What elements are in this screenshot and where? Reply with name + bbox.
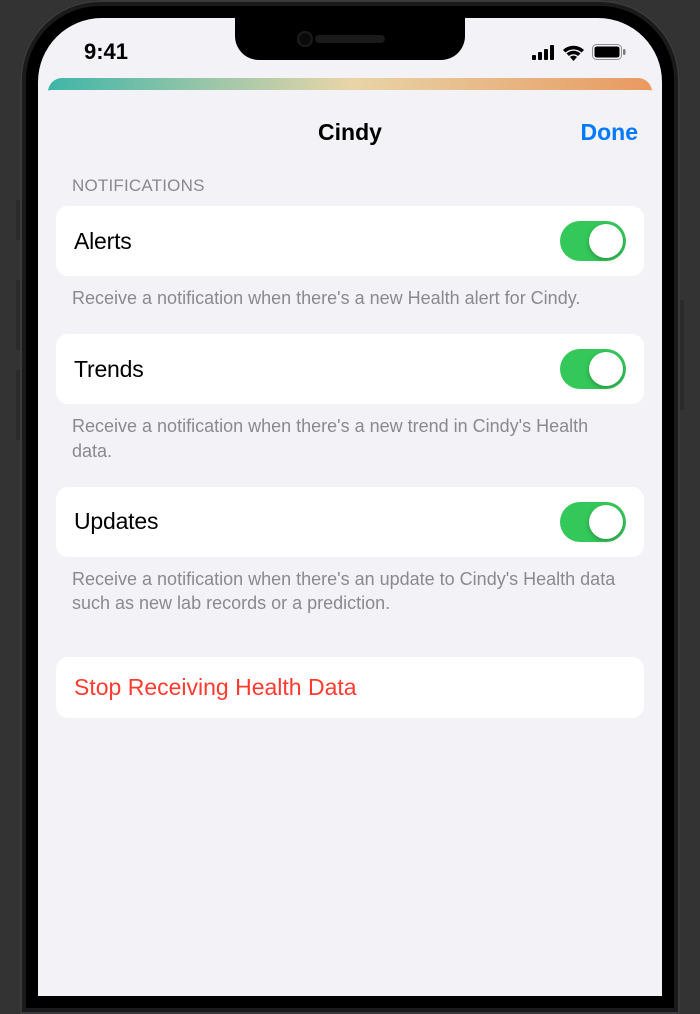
speaker-grille <box>315 35 385 43</box>
row-label-updates: Updates <box>74 508 158 535</box>
cellular-signal-icon <box>532 45 555 60</box>
row-footer-updates: Receive a notification when there's an u… <box>38 557 662 640</box>
done-button[interactable]: Done <box>581 119 639 146</box>
row-footer-trends: Receive a notification when there's a ne… <box>38 404 662 487</box>
toggle-alerts[interactable] <box>560 221 626 261</box>
power-button <box>680 300 684 410</box>
row-label-trends: Trends <box>74 356 144 383</box>
sheet-title: Cindy <box>318 119 382 146</box>
toggle-knob <box>589 224 623 258</box>
volume-up-button <box>16 280 20 350</box>
front-camera <box>297 31 313 47</box>
status-indicators <box>532 44 626 61</box>
silent-switch <box>16 200 20 240</box>
toggle-knob <box>589 352 623 386</box>
toggle-knob <box>589 505 623 539</box>
stop-receiving-label: Stop Receiving Health Data <box>74 674 626 701</box>
row-updates: Updates <box>56 487 644 557</box>
row-label-alerts: Alerts <box>74 228 132 255</box>
status-time: 9:41 <box>84 39 128 65</box>
stop-receiving-row[interactable]: Stop Receiving Health Data <box>56 657 644 718</box>
row-footer-alerts: Receive a notification when there's a ne… <box>38 276 662 334</box>
volume-down-button <box>16 370 20 440</box>
sheet-header: Cindy Done <box>38 114 662 150</box>
toggle-trends[interactable] <box>560 349 626 389</box>
section-header-notifications: NOTIFICATIONS <box>38 176 662 206</box>
notch <box>235 18 465 60</box>
screen: 9:41 Cindy Done NOTIFICATIONS <box>38 18 662 996</box>
phone-frame: 9:41 Cindy Done NOTIFICATIONS <box>20 0 680 1014</box>
row-trends: Trends <box>56 334 644 404</box>
battery-icon <box>592 44 626 60</box>
wifi-icon <box>562 44 585 61</box>
row-alerts: Alerts <box>56 206 644 276</box>
settings-sheet: Cindy Done NOTIFICATIONS Alerts Receive … <box>38 90 662 994</box>
toggle-updates[interactable] <box>560 502 626 542</box>
